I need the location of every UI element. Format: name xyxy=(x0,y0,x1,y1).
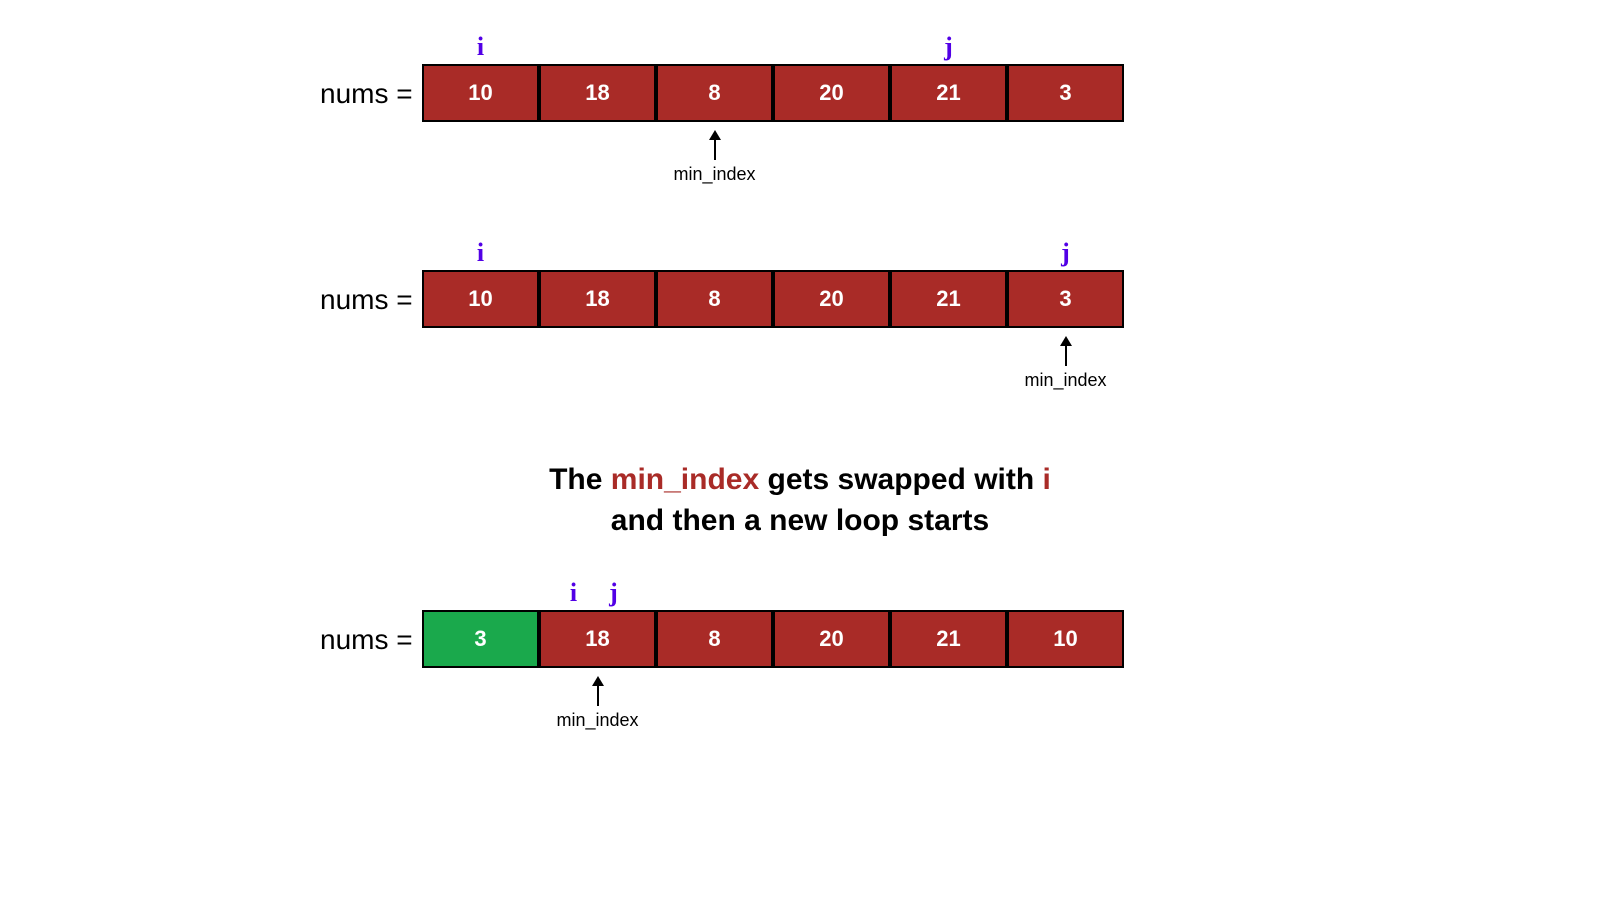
array-cell: 3 xyxy=(1007,270,1124,328)
pointer-j-row1: j xyxy=(890,32,1007,62)
sentence-highlight-i: i xyxy=(1043,463,1051,496)
array-cell: 21 xyxy=(890,610,1007,668)
min-index-label-row2: min_index xyxy=(1007,370,1124,391)
array-cell: 8 xyxy=(656,270,773,328)
pointer-i-row1: i xyxy=(422,32,539,62)
array-cell: 20 xyxy=(773,610,890,668)
pointer-j-row2: j xyxy=(1007,238,1124,268)
array-cell: 10 xyxy=(422,64,539,122)
array-cell: 21 xyxy=(890,270,1007,328)
pointer-i-row3: i xyxy=(562,578,586,608)
nums-label-row3: nums = xyxy=(320,624,413,656)
array-cell: 10 xyxy=(1007,610,1124,668)
arrow-up-icon xyxy=(597,678,599,706)
sentence-part: gets swapped with xyxy=(759,463,1042,496)
arrow-up-icon xyxy=(1065,338,1067,366)
array-cell: 20 xyxy=(773,64,890,122)
array-cell: 18 xyxy=(539,64,656,122)
nums-label-row1: nums = xyxy=(320,78,413,110)
sentence-line2: and then a new loop starts xyxy=(611,504,989,537)
pointer-i-row2: i xyxy=(422,238,539,268)
array-cell: 18 xyxy=(539,610,656,668)
array-cell: 8 xyxy=(656,64,773,122)
nums-label-row2: nums = xyxy=(320,284,413,316)
arrow-up-icon xyxy=(714,132,716,160)
array-cell: 10 xyxy=(422,270,539,328)
sentence-part: The xyxy=(549,463,611,496)
sentence-highlight-min-index: min_index xyxy=(611,463,759,496)
array-cell: 21 xyxy=(890,64,1007,122)
array-cell: 18 xyxy=(539,270,656,328)
array-cell-sorted: 3 xyxy=(422,610,539,668)
min-index-label-row3: min_index xyxy=(539,710,656,731)
min-index-label-row1: min_index xyxy=(656,164,773,185)
array-cell: 20 xyxy=(773,270,890,328)
pointer-j-row3: j xyxy=(602,578,626,608)
array-cell: 3 xyxy=(1007,64,1124,122)
explanation-text: The min_index gets swapped with i and th… xyxy=(0,460,1600,541)
array-cell: 8 xyxy=(656,610,773,668)
diagram-canvas: i j nums = 10 18 8 20 21 3 min_index i j… xyxy=(0,0,1600,900)
